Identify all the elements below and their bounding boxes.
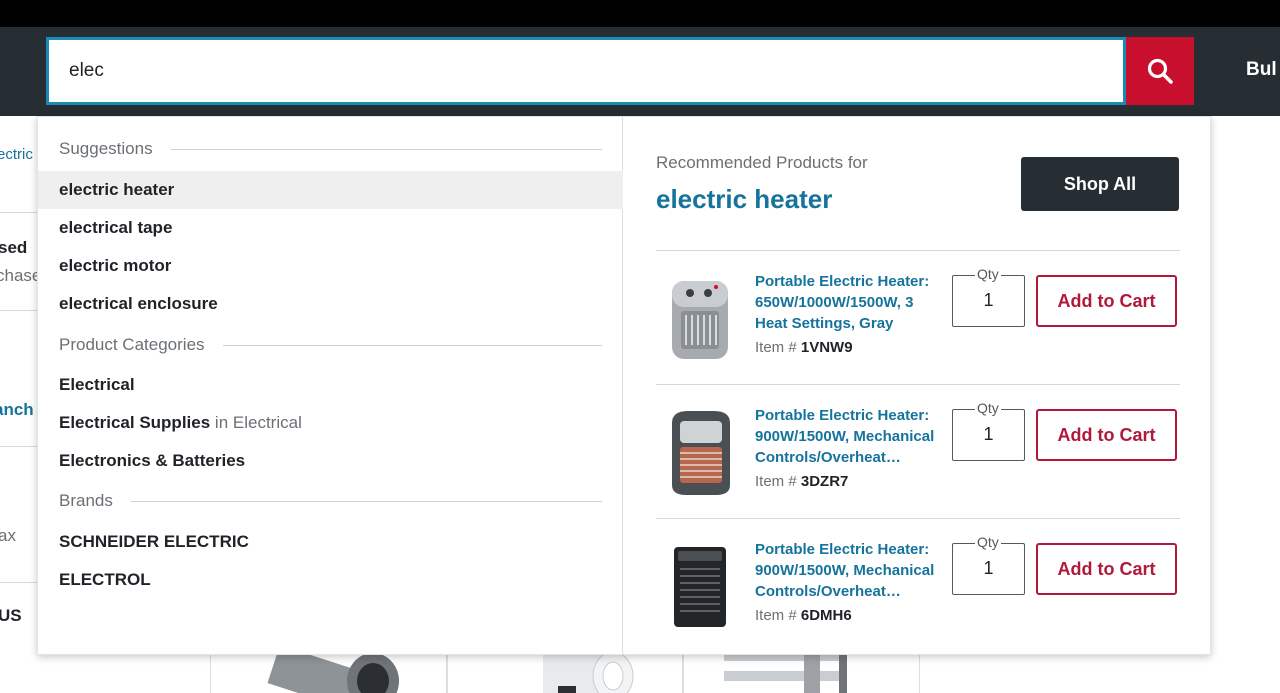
qty-input[interactable]: [953, 558, 1024, 579]
product-title-link[interactable]: Portable Electric Heater: 900W/1500W, Me…: [755, 405, 945, 468]
dark-space-heater-image: [672, 411, 730, 495]
suggestion-item[interactable]: electrical enclosure: [38, 285, 623, 323]
bg-fragment: sed: [0, 238, 28, 257]
recommended-term: electric heater: [656, 184, 833, 214]
section-rule: [170, 148, 602, 150]
category-item[interactable]: Electrical Supplies in Electrical: [38, 404, 623, 442]
bg-divider: [0, 582, 38, 583]
section-title: Suggestions: [59, 139, 153, 158]
section-title: Product Categories: [59, 335, 205, 354]
bg-fragment: chase: [0, 266, 38, 285]
product-card: Portable Electric Heater: 900W/1500W, Me…: [656, 519, 1180, 653]
product-item-number: Item # 3DZR7: [755, 473, 849, 490]
bg-fragment: ectric: [0, 146, 33, 163]
suggestion-item[interactable]: electric heater: [38, 171, 623, 209]
bg-fragment: ax: [0, 526, 16, 545]
background-sidebar: ectric sed chase anch ax US: [0, 116, 38, 693]
product-title-link[interactable]: Portable Electric Heater: 900W/1500W, Me…: [755, 539, 945, 602]
section-title: Brands: [59, 491, 113, 510]
suggestion-panel: Suggestions electric heater electrical t…: [38, 117, 623, 654]
search-suggestion-dropdown: Suggestions electric heater electrical t…: [37, 116, 1211, 655]
section-rule: [222, 344, 602, 346]
bg-fragment: US: [0, 606, 22, 625]
quantity-field[interactable]: Qty: [952, 534, 1025, 595]
bg-fragment: anch: [0, 400, 34, 419]
product-item-number: Item # 1VNW9: [755, 339, 853, 356]
recommended-label: Recommended Products for: [656, 153, 868, 172]
search-input[interactable]: [46, 37, 1126, 105]
add-to-cart-button[interactable]: Add to Cart: [1036, 409, 1177, 461]
bg-divider: [0, 446, 38, 447]
categories-heading: Product Categories: [59, 333, 602, 357]
bg-divider: [0, 310, 38, 311]
suggestions-heading: Suggestions: [59, 137, 602, 161]
browser-top-bar: [0, 0, 1280, 27]
add-to-cart-button[interactable]: Add to Cart: [1036, 275, 1177, 327]
category-item[interactable]: Electronics & Batteries: [38, 442, 623, 480]
add-to-cart-button[interactable]: Add to Cart: [1036, 543, 1177, 595]
recommended-products-panel: Recommended Products for electric heater…: [624, 117, 1210, 654]
qty-input[interactable]: [953, 290, 1024, 311]
header-nav-link[interactable]: Bul: [1246, 59, 1277, 81]
suggestion-item[interactable]: electric motor: [38, 247, 623, 285]
suggestion-item[interactable]: electrical tape: [38, 209, 623, 247]
brands-heading: Brands: [59, 489, 602, 513]
bg-divider: [0, 212, 38, 213]
black-tower-heater-image: [674, 547, 726, 627]
quantity-field[interactable]: Qty: [952, 266, 1025, 327]
qty-input[interactable]: [953, 424, 1024, 445]
product-card: Portable Electric Heater: 650W/1000W/150…: [656, 251, 1180, 385]
brand-item[interactable]: SCHNEIDER ELECTRIC: [38, 523, 623, 561]
product-card: Portable Electric Heater: 900W/1500W, Me…: [656, 385, 1180, 519]
section-rule: [130, 500, 602, 502]
product-item-number: Item # 6DMH6: [755, 607, 852, 624]
product-title-link[interactable]: Portable Electric Heater: 650W/1000W/150…: [755, 271, 945, 334]
qty-label: Qty: [975, 534, 1001, 550]
qty-label: Qty: [975, 266, 1001, 282]
search-icon: [1147, 58, 1173, 84]
brand-item[interactable]: ELECTROL: [38, 561, 623, 599]
shop-all-button[interactable]: Shop All: [1021, 157, 1179, 211]
category-item[interactable]: Electrical: [38, 366, 623, 404]
quantity-field[interactable]: Qty: [952, 400, 1025, 461]
gray-space-heater-image: [672, 281, 728, 359]
qty-label: Qty: [975, 400, 1001, 416]
search-button[interactable]: [1126, 37, 1194, 105]
